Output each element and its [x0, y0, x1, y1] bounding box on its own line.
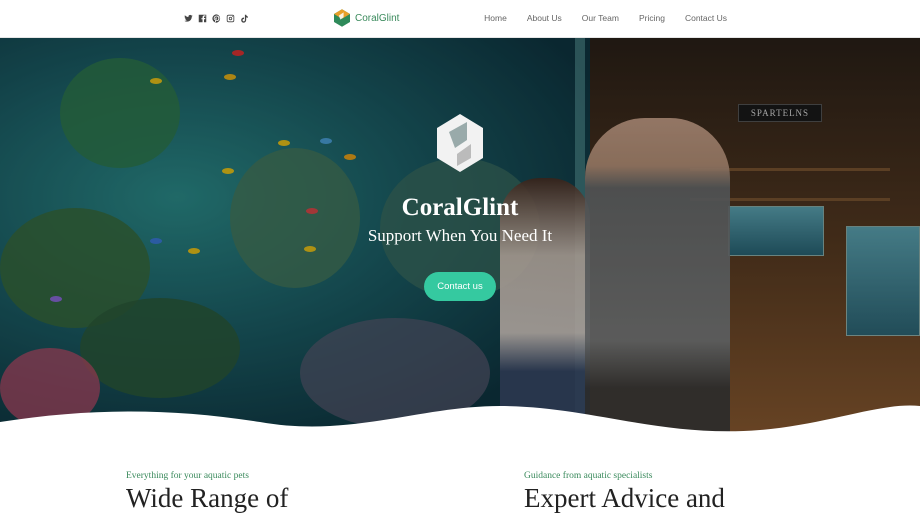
feature-heading: Expert Advice and [524, 483, 725, 513]
coralglint-logo-icon [334, 9, 350, 27]
twitter-icon[interactable] [184, 13, 193, 23]
hero-title: CoralGlint [401, 194, 519, 221]
pinterest-icon[interactable] [212, 13, 221, 23]
facebook-icon[interactable] [198, 13, 207, 23]
nav-home[interactable]: Home [484, 13, 507, 23]
nav-about-us[interactable]: About Us [527, 13, 562, 23]
feature-kicker: Guidance from aquatic specialists [524, 471, 653, 481]
feature-kicker: Everything for your aquatic pets [126, 471, 249, 481]
brand[interactable]: CoralGlint [334, 9, 399, 27]
social-links [184, 13, 249, 23]
hero-logo-icon [437, 114, 483, 172]
instagram-icon[interactable] [226, 13, 235, 23]
brand-name: CoralGlint [355, 12, 400, 24]
feature-heading: Wide Range of [126, 483, 289, 513]
hero-subtitle: Support When You Need It [367, 226, 553, 245]
nav-pricing[interactable]: Pricing [639, 13, 665, 23]
nav-our-team[interactable]: Our Team [582, 13, 619, 23]
nav-contact-us[interactable]: Contact Us [685, 13, 727, 23]
contact-us-button[interactable]: Contact us [424, 272, 496, 301]
feature-wide-range: Everything for your aquatic pets Wide Ra… [126, 471, 288, 514]
site-header: CoralGlint Home About Us Our Team Pricin… [0, 0, 920, 38]
feature-expert-advice: Guidance from aquatic specialists Expert… [524, 471, 725, 514]
hero-section: SPARTELNS CoralGlint Support When You Ne… [0, 38, 920, 436]
hero-wave-divider [0, 405, 920, 440]
main-nav: Home About Us Our Team Pricing Contact U… [484, 13, 727, 23]
tiktok-icon[interactable] [240, 13, 249, 23]
